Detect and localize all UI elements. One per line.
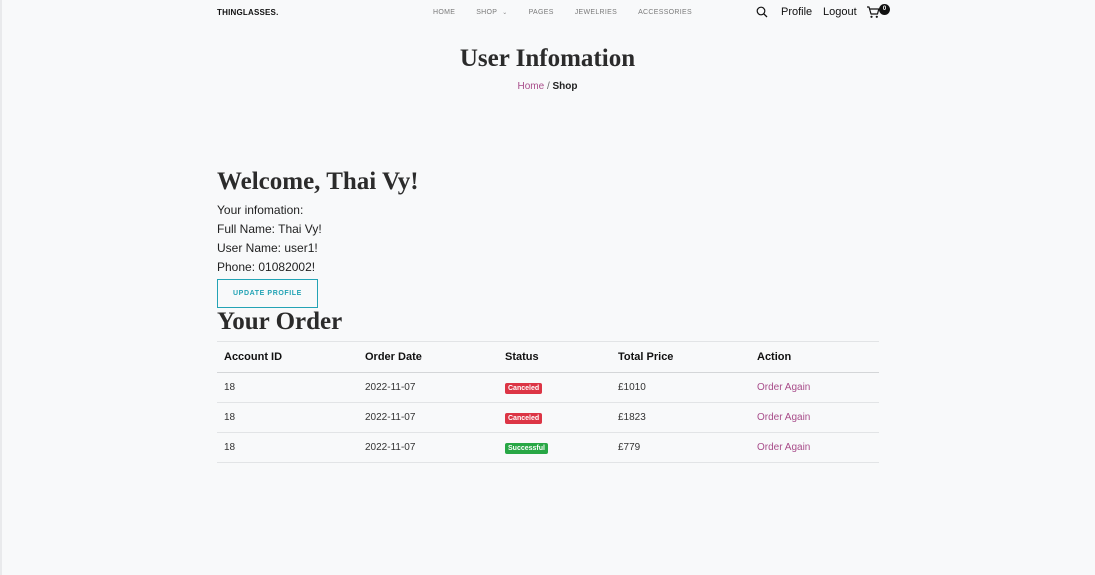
menu-item-jewelries[interactable]: JEWELRIES xyxy=(575,9,617,16)
col-account-id: Account ID xyxy=(217,341,358,373)
profile-link[interactable]: Profile xyxy=(781,6,812,18)
menu-item-shop[interactable]: SHOP ⌄ xyxy=(476,9,507,16)
cell-account-id: 18 xyxy=(217,432,358,463)
cell-order-date: 2022-11-07 xyxy=(358,432,498,463)
cart-count-badge: 0 xyxy=(879,4,890,15)
table-row: 18 2022-11-07 Canceled £1010 Order Again xyxy=(217,372,879,403)
welcome-heading: Welcome, Thai Vy! xyxy=(217,168,419,195)
logout-link[interactable]: Logout xyxy=(823,6,857,18)
status-badge: Canceled xyxy=(505,382,543,394)
page-title: User Infomation xyxy=(459,45,636,72)
col-total-price: Total Price xyxy=(611,341,750,373)
update-profile-button[interactable]: UPDATE PROFILE xyxy=(217,279,318,308)
menu-item-home[interactable]: HOME xyxy=(433,9,455,16)
breadcrumb: Home / Shop xyxy=(0,81,1095,92)
cell-total-price: £1010 xyxy=(611,372,750,403)
chevron-down-icon: ⌄ xyxy=(502,10,508,16)
orders-table: Account ID Order Date Status Total Price… xyxy=(217,341,879,463)
table-row: 18 2022-11-07 Successful £779 Order Agai… xyxy=(217,432,879,463)
order-again-link[interactable]: Order Again xyxy=(757,382,810,393)
main-menu: HOME SHOP ⌄ PAGES JEWELRIES ACCESSORIES xyxy=(433,9,713,16)
info-heading: Your infomation: xyxy=(217,203,304,217)
search-icon[interactable] xyxy=(756,6,768,18)
order-again-link[interactable]: Order Again xyxy=(757,442,810,453)
col-status: Status xyxy=(498,341,611,373)
col-action: Action xyxy=(750,341,879,373)
cell-status: Canceled xyxy=(498,372,611,403)
orders-heading: Your Order xyxy=(217,308,343,335)
menu-item-accessories[interactable]: ACCESSORIES xyxy=(638,9,692,16)
status-badge: Successful xyxy=(505,442,548,454)
cell-total-price: £1823 xyxy=(611,402,750,433)
table-header-row: Account ID Order Date Status Total Price… xyxy=(217,341,879,373)
breadcrumb-separator: / xyxy=(544,81,553,92)
breadcrumb-current: Shop xyxy=(552,81,578,92)
table-row: 18 2022-11-07 Canceled £1823 Order Again xyxy=(217,402,879,433)
cell-status: Canceled xyxy=(498,402,611,433)
breadcrumb-home[interactable]: Home xyxy=(517,81,544,92)
status-badge: Canceled xyxy=(505,412,543,424)
col-order-date: Order Date xyxy=(358,341,498,373)
user-name: User Name: user1! xyxy=(217,241,318,255)
phone: Phone: 01082002! xyxy=(217,260,316,274)
cell-order-date: 2022-11-07 xyxy=(358,402,498,433)
cell-action: Order Again xyxy=(750,372,879,403)
menu-item-shop-label: SHOP xyxy=(476,9,498,16)
top-nav: THINGLASSES. HOME SHOP ⌄ PAGES JEWELRIES … xyxy=(0,0,1095,26)
brand-logo[interactable]: THINGLASSES. xyxy=(217,8,279,17)
cell-account-id: 18 xyxy=(217,372,358,403)
menu-item-pages[interactable]: PAGES xyxy=(529,9,554,16)
cart-icon[interactable] xyxy=(866,5,880,19)
cell-order-date: 2022-11-07 xyxy=(358,372,498,403)
cell-action: Order Again xyxy=(750,402,879,433)
cell-total-price: £779 xyxy=(611,432,750,463)
cell-status: Successful xyxy=(498,432,611,463)
cell-account-id: 18 xyxy=(217,402,358,433)
order-again-link[interactable]: Order Again xyxy=(757,412,810,423)
cell-action: Order Again xyxy=(750,432,879,463)
full-name: Full Name: Thai Vy! xyxy=(217,222,322,236)
